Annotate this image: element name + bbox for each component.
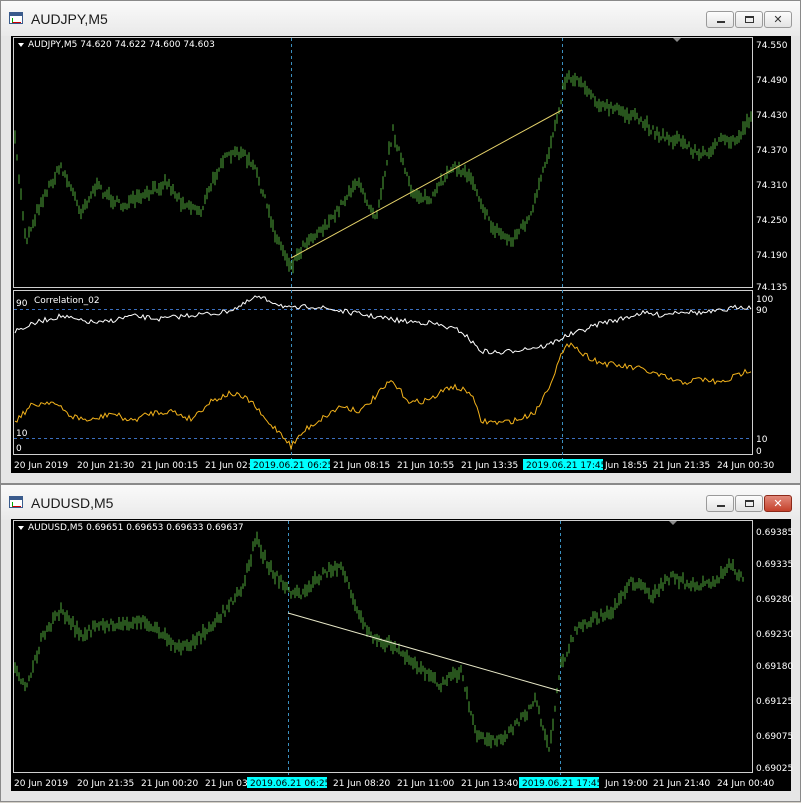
indicator-right-level: 100: [756, 295, 773, 305]
symbol-info: AUDUSD,M5 0.69651 0.69653 0.69633 0.6963…: [28, 523, 244, 533]
time-tick: Jun 19:00: [604, 779, 648, 789]
crosshair-time-text-2: 2019.06.21 17:45: [522, 779, 602, 789]
price-tick: 0.69075: [756, 732, 793, 742]
indicator-name: Correlation_02: [34, 296, 100, 306]
time-tick: 21 Jun 13:40: [461, 779, 518, 789]
price-tick: 74.550: [756, 41, 788, 51]
time-tick: 21 Jun 03:: [205, 779, 251, 789]
time-tick: 20 Jun 21:30: [77, 461, 134, 471]
indicator-left-level-0: 0: [16, 444, 22, 454]
price-tick: 0.69280: [756, 595, 793, 605]
time-tick: 20 Jun 2019: [14, 779, 68, 789]
time-tick: 20 Jun 2019: [14, 461, 68, 471]
time-tick: 24 Jun 00:40: [717, 779, 774, 789]
indicator-left-level-10: 10: [16, 429, 28, 439]
price-tick: 74.490: [756, 76, 788, 86]
price-tick: 0.69025: [756, 764, 793, 774]
time-tick: 21 Jun 08:15: [333, 461, 390, 471]
indicator-right-level: 0: [756, 447, 762, 457]
price-tick: 0.69125: [756, 697, 793, 707]
price-tick: 0.69335: [756, 560, 793, 570]
crosshair-time-text-1: 2019.06.21 06:25: [253, 461, 333, 471]
audjpy-chart[interactable]: AUDJPY,M5 74.620 74.622 74.600 74.603 Co…: [1, 1, 801, 485]
time-tick: 21 Jun 10:55: [397, 461, 454, 471]
time-tick: 21 Jun 00:20: [141, 779, 198, 789]
price-tick: 0.69180: [756, 662, 793, 672]
indicator-right-level: 10: [756, 435, 768, 445]
chart-window-audusd[interactable]: AUDUSD,M5 ✕ AUDUSD,M5 0.69651 0.69653 0.…: [0, 484, 801, 802]
price-tick: 74.430: [756, 111, 788, 121]
price-tick: 0.69385: [756, 528, 793, 538]
time-tick: 20 Jun 21:35: [77, 779, 134, 789]
crosshair-time-text-1: 2019.06.21 06:25: [250, 779, 330, 789]
symbol-info: AUDJPY,M5 74.620 74.622 74.600 74.603: [28, 40, 215, 50]
chart-background: [11, 36, 791, 473]
price-tick: 74.310: [756, 181, 788, 191]
time-tick: 21 Jun 21:40: [653, 779, 710, 789]
time-tick: 21 Jun 21:35: [653, 461, 710, 471]
indicator-left-level-90: 90: [16, 299, 28, 309]
time-tick: 21 Jun 13:35: [461, 461, 518, 471]
time-tick: 21 Jun 02:: [205, 461, 251, 471]
indicator-right-level: 90: [756, 306, 768, 316]
time-tick: 21 Jun 00:15: [141, 461, 198, 471]
price-tick: 0.69230: [756, 630, 793, 640]
crosshair-time-text-2: 2019.06.21 17:45: [526, 461, 606, 471]
time-tick: 21 Jun 11:00: [397, 779, 454, 789]
chart-window-audjpy[interactable]: AUDJPY,M5 ✕ AUDJPY,M5 74.620 74.622 74.6…: [0, 0, 801, 484]
price-tick: 74.370: [756, 146, 788, 156]
time-tick: 24 Jun 00:30: [717, 461, 774, 471]
price-tick: 74.250: [756, 216, 788, 226]
price-tick: 74.190: [756, 251, 788, 261]
time-tick: Jun 18:55: [604, 461, 648, 471]
time-tick: 21 Jun 08:20: [333, 779, 390, 789]
price-tick: 74.135: [756, 283, 788, 293]
audusd-chart[interactable]: AUDUSD,M5 0.69651 0.69653 0.69633 0.6963…: [1, 485, 801, 803]
